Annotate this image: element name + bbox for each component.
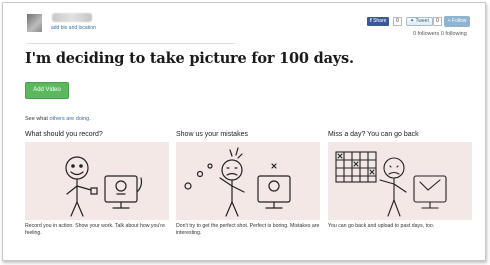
page-title: I'm deciding to take picture for 100 day… — [25, 50, 354, 67]
blurred-username — [52, 13, 92, 22]
follow-stats: 0 followers 0 following — [413, 31, 467, 37]
follow-button[interactable]: + Follow — [444, 16, 470, 27]
twitter-bird-icon: ✦ — [410, 18, 415, 24]
see-what-text: See what others are doing. — [25, 116, 91, 122]
tweet-label: Tweet — [415, 18, 429, 24]
see-what-prefix: See what — [25, 116, 50, 122]
mistake-doodle-icon — [184, 147, 291, 217]
plus-icon: + — [447, 18, 451, 24]
calendar-doodle-icon — [335, 151, 447, 217]
add-bio-link[interactable]: add bio and location — [51, 25, 96, 31]
section-title-record: What should you record? — [25, 131, 103, 138]
avatar[interactable] — [27, 14, 42, 32]
facebook-share-button[interactable]: f Share — [367, 17, 390, 26]
illustration-record — [25, 142, 169, 220]
facebook-icon: f — [370, 18, 372, 24]
caption-go-back: You can go back and upload to past days,… — [328, 223, 435, 229]
follow-label: Follow — [451, 18, 467, 24]
tweet-count: 0 — [433, 17, 442, 26]
add-video-button[interactable]: Add Video — [25, 82, 69, 99]
tweet-button[interactable]: ✦ Tweet — [406, 17, 433, 26]
page-frame: add bio and location f Share 0 ✦ Tweet 0… — [2, 2, 486, 261]
others-link[interactable]: others are doing. — [49, 116, 90, 122]
share-count: 0 — [393, 17, 402, 26]
share-label: Share — [373, 18, 387, 24]
illustration-go-back — [328, 142, 472, 220]
caption-record: Record you in action. Show your work. Ta… — [25, 223, 165, 236]
section-title-go-back: Miss a day? You can go back — [328, 131, 419, 138]
section-title-mistakes: Show us your mistakes — [176, 131, 248, 138]
caption-mistakes: Don't try to get the perfect shot. Perfe… — [176, 223, 320, 236]
divider — [27, 43, 235, 44]
illustration-mistakes — [176, 142, 320, 220]
recording-doodle-icon — [65, 156, 143, 217]
